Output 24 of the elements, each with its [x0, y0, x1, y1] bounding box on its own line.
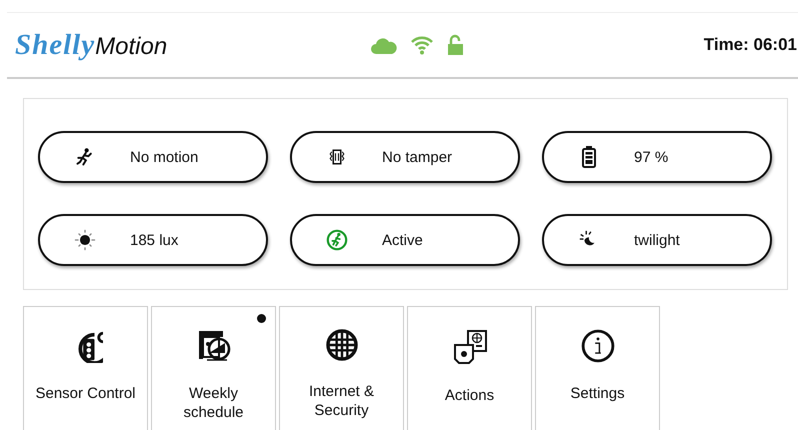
actions-icon — [452, 329, 488, 365]
battery-icon — [582, 146, 596, 168]
unlocked-padlock-icon — [446, 34, 464, 56]
status-button[interactable]: 185 lux — [38, 214, 268, 266]
menu-tile[interactable]: Internet & Security — [279, 306, 404, 430]
menu-tile[interactable]: Settings — [535, 306, 660, 430]
status-button[interactable]: No motion — [38, 131, 268, 183]
menu-tile[interactable]: Actions — [407, 306, 532, 430]
running-figure-icon — [75, 147, 95, 167]
product-name: Motion — [95, 32, 168, 60]
brand-logo: Shelly — [15, 28, 96, 62]
menu-tile[interactable]: Weekly schedule — [151, 306, 276, 430]
menu-tile[interactable]: Sensor Control — [23, 306, 148, 430]
status-button[interactable]: 97 % — [542, 131, 772, 183]
globe-icon — [326, 329, 358, 361]
sun-icon — [74, 229, 96, 251]
running-figure-icon — [326, 229, 348, 251]
status-button[interactable]: twilight — [542, 214, 772, 266]
tamper-icon — [328, 147, 346, 167]
status-button[interactable]: No tamper — [290, 131, 520, 183]
info-icon — [580, 329, 614, 363]
wifi-icon — [410, 35, 434, 55]
status-button[interactable]: Active — [290, 214, 520, 266]
time-display: Time: 06:01 — [704, 35, 798, 55]
